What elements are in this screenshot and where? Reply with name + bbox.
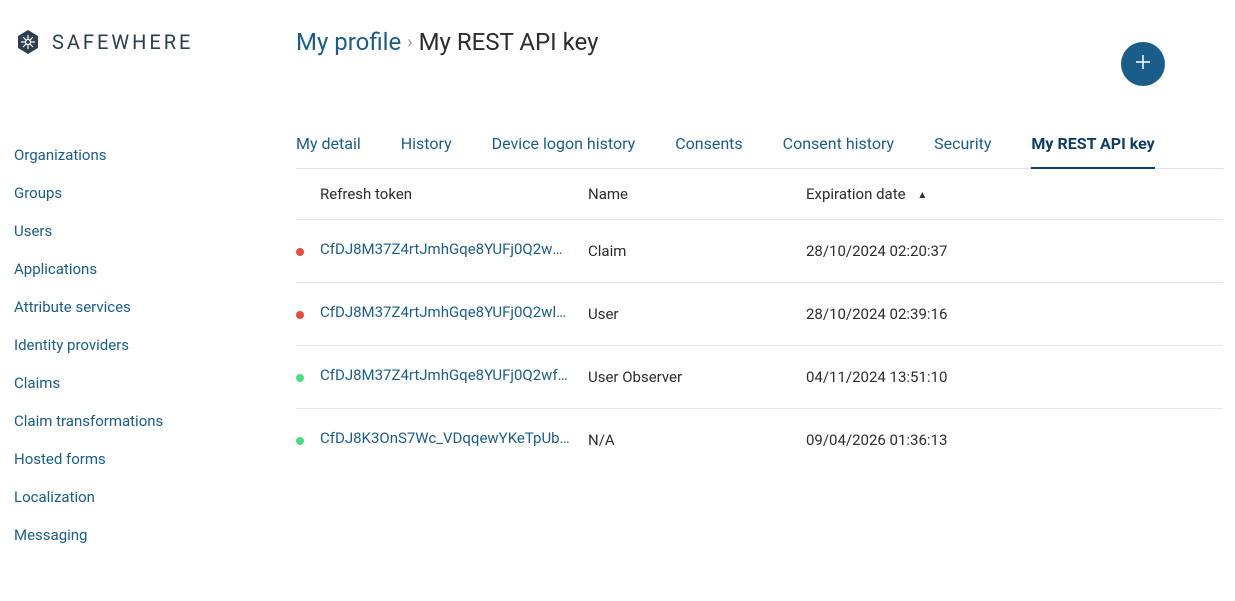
main-content: My profile › My REST API key My detail H…: [260, 0, 1235, 601]
sidebar-item-applications[interactable]: Applications: [14, 250, 246, 288]
logo-icon: [14, 28, 42, 56]
add-button[interactable]: [1121, 42, 1165, 86]
header-expiration-date[interactable]: Expiration date ▲: [806, 185, 1223, 203]
tab-device-logon-history[interactable]: Device logon history: [492, 126, 636, 168]
tab-my-rest-api-key[interactable]: My REST API key: [1031, 126, 1154, 169]
token-link[interactable]: CfDJ8M37Z4rtJmhGqe8YUFj0Q2wf…: [320, 366, 568, 384]
token-expiration: 28/10/2024 02:39:16: [806, 305, 947, 323]
header-expiration-date-label: Expiration date: [806, 185, 906, 203]
status-indicator-icon: [296, 311, 304, 319]
sidebar-item-messaging[interactable]: Messaging: [14, 516, 246, 554]
header-refresh-token[interactable]: Refresh token: [320, 185, 588, 203]
sidebar-item-claims[interactable]: Claims: [14, 364, 246, 402]
tab-history[interactable]: History: [401, 126, 452, 168]
breadcrumb-link-profile[interactable]: My profile: [296, 28, 401, 56]
tab-security[interactable]: Security: [934, 126, 991, 168]
sidebar-item-users[interactable]: Users: [14, 212, 246, 250]
sidebar-nav: Organizations Groups Users Applications …: [14, 136, 246, 554]
token-name: Claim: [588, 242, 626, 260]
tab-consent-history[interactable]: Consent history: [783, 126, 894, 168]
table-row: CfDJ8M37Z4rtJmhGqe8YUFj0Q2wf… User Obser…: [296, 345, 1223, 408]
sort-ascending-icon: ▲: [917, 190, 927, 201]
sidebar: SAFEWHERE Organizations Groups Users App…: [0, 0, 260, 601]
token-expiration: 09/04/2026 01:36:13: [806, 431, 947, 449]
breadcrumb: My profile › My REST API key: [296, 28, 1223, 56]
status-indicator-icon: [296, 437, 304, 445]
tabs: My detail History Device logon history C…: [296, 126, 1223, 169]
sidebar-item-organizations[interactable]: Organizations: [14, 136, 246, 174]
breadcrumb-separator: ›: [407, 32, 412, 53]
table-row: CfDJ8M37Z4rtJmhGqe8YUFj0Q2w6… Claim 28/1…: [296, 219, 1223, 282]
table-header: Refresh token Name Expiration date ▲: [296, 169, 1223, 219]
logo[interactable]: SAFEWHERE: [14, 28, 246, 56]
sidebar-item-identity-providers[interactable]: Identity providers: [14, 326, 246, 364]
sidebar-item-attribute-services[interactable]: Attribute services: [14, 288, 246, 326]
token-link[interactable]: CfDJ8M37Z4rtJmhGqe8YUFj0Q2wl…: [320, 303, 566, 321]
api-key-table: Refresh token Name Expiration date ▲ CfD…: [296, 169, 1223, 471]
token-name: User: [588, 305, 619, 323]
breadcrumb-current: My REST API key: [419, 28, 599, 56]
token-link[interactable]: CfDJ8K3OnS7Wc_VDqqewYKeTpUb…: [320, 429, 570, 447]
plus-icon: [1133, 52, 1153, 76]
token-name: N/A: [588, 431, 615, 449]
sidebar-item-claim-transformations[interactable]: Claim transformations: [14, 402, 246, 440]
sidebar-item-groups[interactable]: Groups: [14, 174, 246, 212]
token-expiration: 28/10/2024 02:20:37: [806, 242, 947, 260]
logo-text: SAFEWHERE: [52, 30, 193, 54]
token-link[interactable]: CfDJ8M37Z4rtJmhGqe8YUFj0Q2w6…: [320, 240, 570, 258]
table-row: CfDJ8M37Z4rtJmhGqe8YUFj0Q2wl… User 28/10…: [296, 282, 1223, 345]
token-name: User Observer: [588, 368, 682, 386]
sidebar-item-localization[interactable]: Localization: [14, 478, 246, 516]
table-row: CfDJ8K3OnS7Wc_VDqqewYKeTpUb… N/A 09/04/2…: [296, 408, 1223, 471]
tab-consents[interactable]: Consents: [675, 126, 742, 168]
status-indicator-icon: [296, 248, 304, 256]
status-indicator-icon: [296, 374, 304, 382]
sidebar-item-hosted-forms[interactable]: Hosted forms: [14, 440, 246, 478]
tab-my-detail[interactable]: My detail: [296, 126, 361, 168]
header-name[interactable]: Name: [588, 185, 806, 203]
token-expiration: 04/11/2024 13:51:10: [806, 368, 947, 386]
